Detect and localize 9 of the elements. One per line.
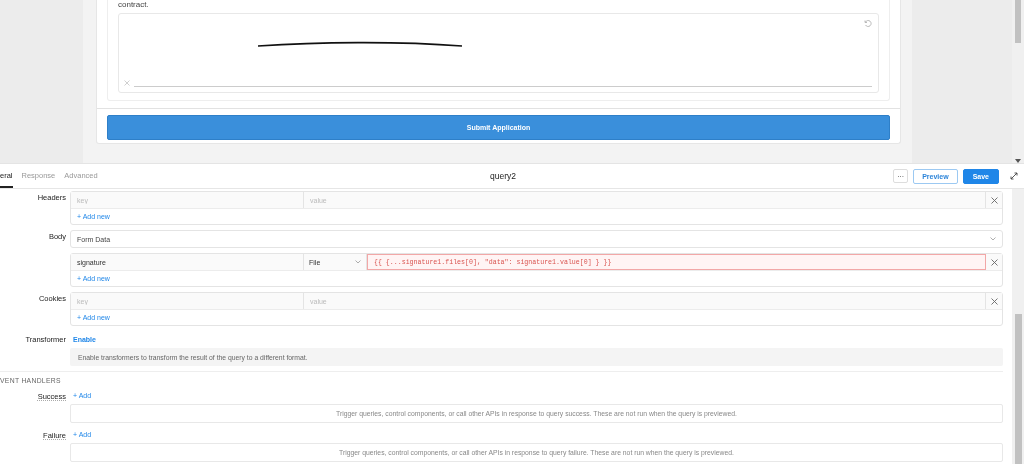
chevron-down-icon [990,237,996,241]
contract-text: contract. [118,0,150,11]
query-name: query2 [490,171,516,181]
expand-icon[interactable] [1010,172,1018,180]
close-icon[interactable] [990,258,998,266]
close-icon[interactable] [990,297,998,305]
chevron-down-icon [355,260,361,264]
close-icon[interactable] [990,196,998,204]
scroll-down-icon[interactable] [1015,159,1021,163]
